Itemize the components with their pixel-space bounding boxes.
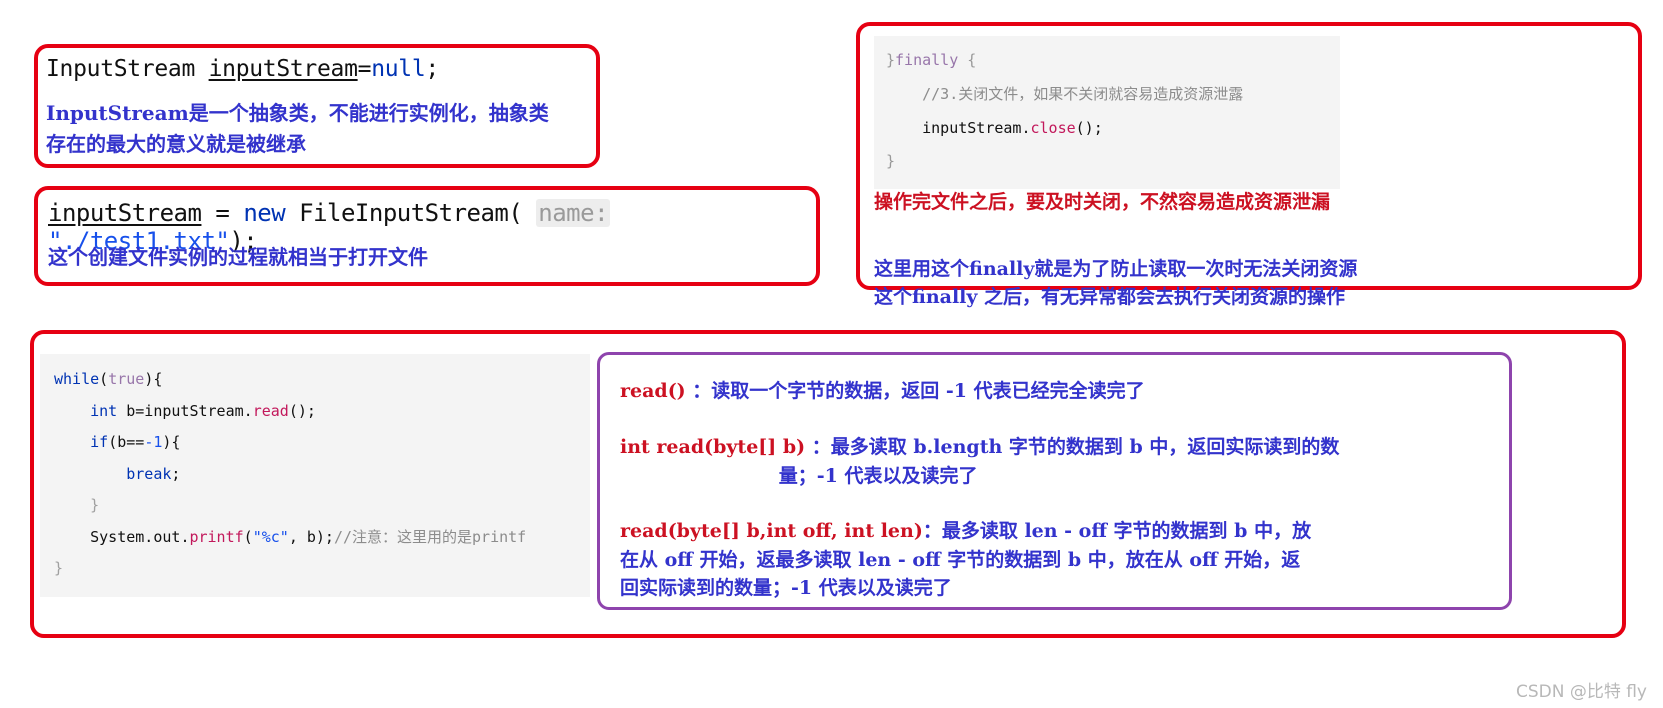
read-method-paragraph-3: read(byte[] b,int off, int len)：最多读取 len…	[620, 517, 1500, 603]
annotation-box-finally: }finally { //3.关闭文件，如果不关闭就容易造成资源泄露 input…	[856, 22, 1642, 308]
code-token-close-method: close	[1030, 118, 1076, 137]
code-token-minus-one: -1	[144, 433, 163, 451]
code-token-semicolon: ;	[425, 56, 439, 82]
code-token-format-string: "%c"	[252, 527, 289, 546]
read-method-paragraph-1: read() ：读取一个字节的数据，返回 -1 代表已经完全读完了	[620, 377, 1500, 406]
annotation-box-read-loop: while(true){ int b=inputStream.read(); i…	[30, 330, 1626, 638]
code-token-variable: inputStream	[48, 199, 202, 227]
annotation-box-new-stream: inputStream = new FileInputStream( name:…	[34, 186, 820, 286]
code-token-assign: =	[201, 199, 244, 227]
code-token-system-out: System.out	[90, 527, 181, 546]
code-token-type: InputStream	[46, 56, 196, 82]
code-token-while-close-brace: }	[54, 559, 64, 577]
code-token-paren-open: (	[99, 370, 109, 388]
annotation-box-read-methods: read() ：读取一个字节的数据，返回 -1 代表已经完全读完了 int re…	[597, 352, 1512, 610]
code-token-open-brace: {	[958, 51, 977, 69]
code-line-declaration: InputStream inputStream=null;	[46, 56, 439, 82]
read-method-description-1: ：读取一个字节的数据，返回 -1 代表已经完全读完了	[685, 380, 1145, 402]
code-token-while-keyword: while	[54, 370, 100, 388]
note-declaration: InputStream是一个抽象类，不能进行实例化，抽象类 存在的最大的意义就是…	[46, 101, 549, 156]
code-token-true-literal: true	[108, 370, 145, 388]
code-token-new-keyword: new	[243, 199, 286, 227]
code-token-break-keyword: break	[126, 464, 172, 483]
code-block-finally: }finally { //3.关闭文件，如果不关闭就容易造成资源泄露 input…	[874, 36, 1340, 189]
code-token-args-close: , b);	[288, 527, 334, 546]
code-token-paren-open: (	[243, 527, 253, 546]
code-token-if-keyword: if	[90, 433, 109, 451]
code-token-if-close-brace: }	[90, 496, 100, 514]
read-method-signature-2: int read(byte[] b)	[620, 436, 806, 458]
code-token-variable: inputStream	[208, 56, 358, 82]
code-block-while-loop: while(true){ int b=inputStream.read(); i…	[40, 354, 590, 597]
code-token-call-tail: ();	[288, 401, 316, 420]
read-method-signature-3: read(byte[] b,int off, int len)	[620, 520, 923, 542]
code-token-condition-open: (b==	[108, 433, 145, 451]
code-token-final-brace: }	[886, 152, 896, 171]
code-token-call-tail: ();	[1075, 118, 1103, 137]
code-token-close-brace: }	[886, 51, 896, 69]
code-token-assign: =	[357, 56, 372, 82]
code-token-condition-close: ){	[162, 433, 181, 451]
code-token-null: null	[371, 56, 426, 82]
note-new-stream: 这个创建文件实例的过程就相当于打开文件	[48, 245, 428, 269]
code-token-dot: .	[243, 401, 253, 420]
code-token-assignment: b=inputStream	[117, 401, 244, 420]
code-param-hint: name:	[536, 199, 611, 227]
read-method-signature-1: read()	[620, 380, 686, 402]
code-token-dot: .	[1021, 118, 1031, 137]
read-method-paragraph-2: int read(byte[] b) ：最多读取 b.length 字节的数据到…	[620, 433, 1500, 490]
code-token-semicolon: ;	[171, 464, 181, 483]
code-comment-printf-note: //注意：这里用的是printf	[333, 527, 527, 546]
code-token-object: inputStream	[886, 118, 1022, 137]
code-token-constructor: FileInputStream(	[285, 199, 523, 227]
code-token-printf-method: printf	[189, 527, 244, 546]
annotation-box-declaration: InputStream inputStream=null; InputStrea…	[34, 44, 600, 168]
code-comment-close-file: //3.关闭文件，如果不关闭就容易造成资源泄露	[886, 84, 1244, 103]
code-token-read-method: read	[252, 401, 289, 420]
code-token-paren-close: ){	[144, 370, 163, 388]
note-finally-purpose: 这里用这个finally就是为了防止读取一次时无法关闭资源 这个finally …	[874, 258, 1358, 308]
code-token-finally-keyword: finally	[895, 51, 959, 69]
note-finally-close: 操作完文件之后，要及时关闭，不然容易造成资源泄漏	[874, 191, 1331, 213]
csdn-watermark: CSDN @比特 fly	[1515, 682, 1647, 702]
code-token-int-type: int	[90, 401, 118, 420]
